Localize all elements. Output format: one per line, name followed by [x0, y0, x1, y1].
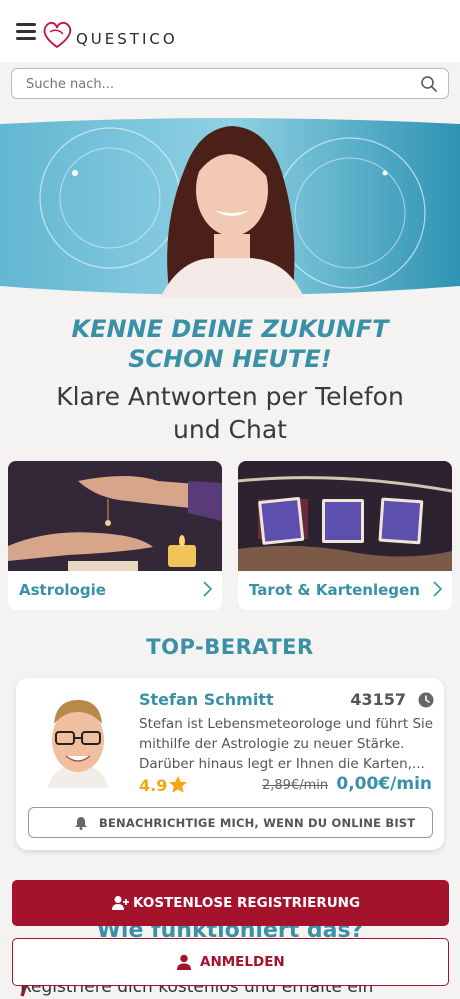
notify-online-button[interactable]: BENACHRICHTIGE MICH, WENN DU ONLINE BIST — [28, 807, 433, 838]
search-bar[interactable] — [11, 68, 449, 99]
user-icon — [177, 954, 191, 970]
search-input[interactable] — [26, 74, 406, 94]
top-berater-title: TOP-BERATER — [146, 635, 314, 659]
top-bar: QUESTICO — [0, 0, 460, 62]
category-card-astrologie[interactable]: Astrologie — [8, 461, 222, 610]
chevron-right-icon — [433, 581, 443, 597]
advisor-old-price: 2,89€/min — [262, 778, 329, 793]
advisor-description: Stefan ist Lebensmeteorologe und führt S… — [139, 716, 434, 772]
advisor-new-price: 0,00€/min — [336, 774, 432, 794]
hero-subline: Klare Antworten per Telefon und Chat — [0, 380, 460, 446]
free-registration-button[interactable]: KOSTENLOSE REGISTRIERUNG — [12, 880, 449, 926]
search-icon[interactable] — [420, 75, 438, 93]
login-button[interactable]: ANMELDEN — [12, 938, 449, 986]
login-label: ANMELDEN — [200, 954, 285, 970]
star-icon — [169, 776, 187, 793]
advisor-consultation-count: 43157 — [350, 690, 406, 709]
hero-banner — [0, 118, 460, 298]
astrology-hands-image — [8, 461, 222, 571]
hamburger-menu-icon[interactable] — [16, 23, 36, 41]
hero-woman-image — [0, 118, 460, 298]
hero-headline: KENNE DEINE ZUKUNFT SCHON HEUTE! — [0, 314, 460, 374]
free-registration-label: KOSTENLOSE REGISTRIERUNG — [133, 895, 361, 911]
category-card-tarot[interactable]: Tarot & Kartenlegen — [238, 461, 452, 610]
heart-logo-icon — [43, 21, 72, 49]
headline-line-2: SCHON HEUTE! — [128, 345, 332, 373]
subline-line-2: und Chat — [173, 415, 287, 444]
questico-logo[interactable]: QUESTICO — [40, 16, 178, 50]
subline-line-1: Klare Antworten per Telefon — [56, 382, 404, 411]
add-user-icon — [112, 896, 129, 910]
advisor-name[interactable]: Stefan Schmitt — [139, 690, 274, 709]
advisor-avatar[interactable] — [42, 688, 114, 788]
category-label: Tarot & Kartenlegen — [249, 581, 420, 599]
tarot-cards-image — [238, 461, 452, 571]
category-label: Astrologie — [19, 581, 106, 599]
chevron-right-icon — [203, 581, 213, 597]
notify-online-label: BENACHRICHTIGE MICH, WENN DU ONLINE BIST — [99, 816, 416, 830]
advisor-card[interactable]: Stefan Schmitt 43157 Stefan ist Lebensme… — [16, 678, 444, 850]
logo-text: QUESTICO — [76, 30, 178, 48]
phone-clock-icon — [418, 692, 434, 708]
headline-line-1: KENNE DEINE ZUKUNFT — [71, 315, 389, 343]
advisor-rating: 4.9 — [139, 776, 168, 795]
bell-icon — [75, 817, 87, 830]
